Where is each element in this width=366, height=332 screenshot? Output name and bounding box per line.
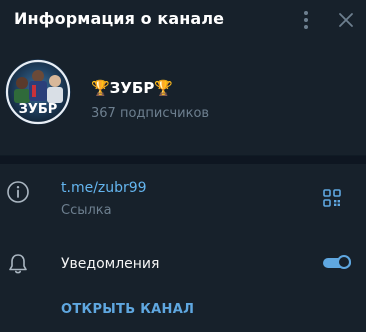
subscriber-count: 367 подписчиков (91, 106, 210, 121)
toggle-knob (337, 255, 351, 269)
channel-link[interactable]: t.me/zubr99 (61, 180, 147, 196)
info-icon (7, 181, 29, 203)
channel-avatar[interactable]: ЗУБР (5, 59, 71, 125)
avatar-image: ЗУБР (5, 59, 71, 125)
bell-icon (9, 254, 27, 274)
section-divider (0, 155, 366, 164)
channel-name: 🏆ЗУБР🏆 (91, 79, 174, 97)
panel-title: Информация о канале (14, 9, 225, 28)
open-channel-button[interactable]: ОТКРЫТЬ КАНАЛ (61, 302, 194, 317)
qr-code-icon[interactable] (323, 189, 341, 207)
panel-header: Информация о канале (0, 0, 366, 42)
link-label: Ссылка (61, 203, 112, 218)
close-icon[interactable] (336, 10, 356, 30)
notifications-toggle[interactable] (323, 254, 353, 272)
more-vertical-icon[interactable] (296, 9, 316, 31)
notifications-label: Уведомления (61, 256, 160, 272)
avatar-logo-text: ЗУБР (19, 102, 58, 117)
